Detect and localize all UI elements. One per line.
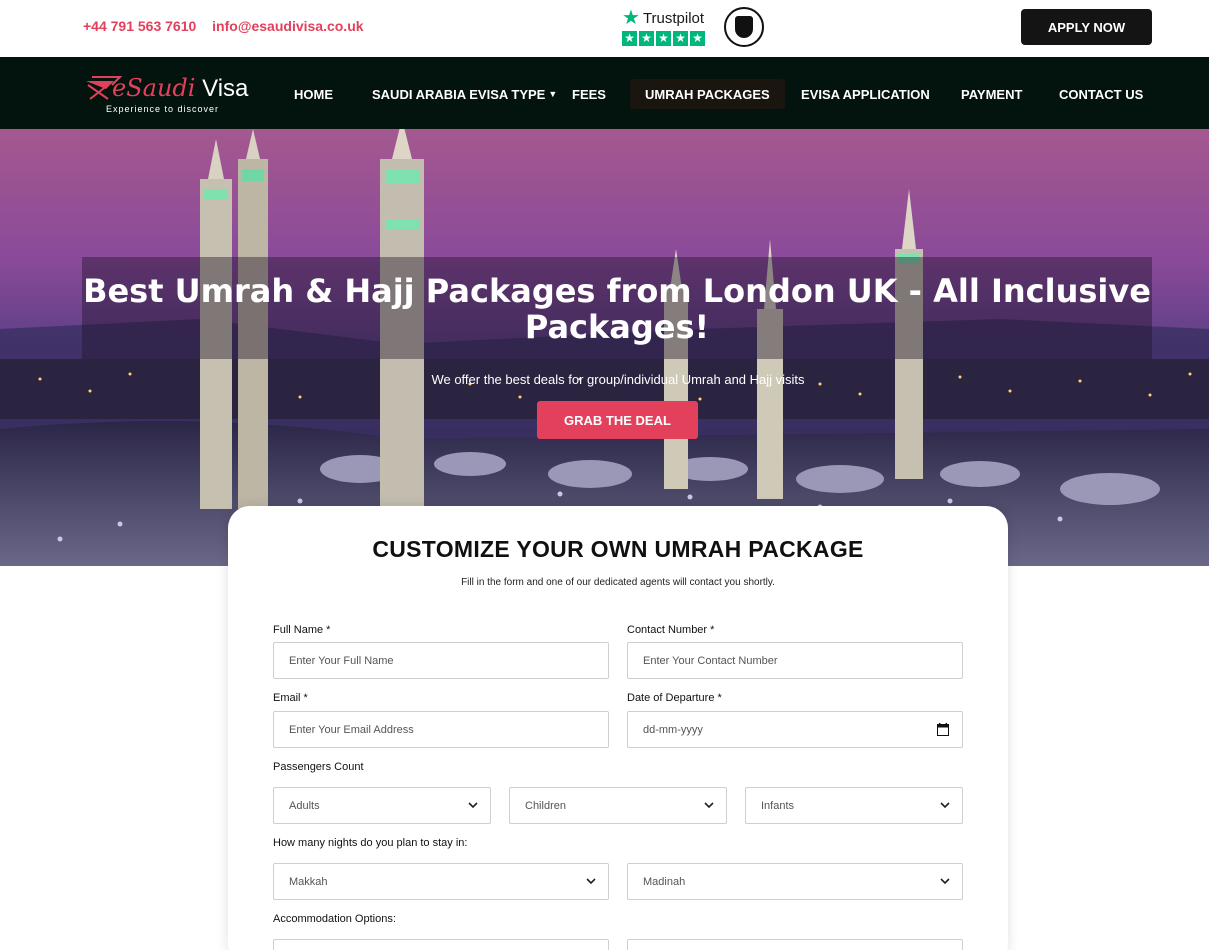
trustpilot-badge[interactable]: ★ Trustpilot ★ ★ ★ ★ ★ — [622, 8, 708, 48]
madinah-nights-select[interactable]: Madinah — [627, 863, 963, 900]
nav-contact-us[interactable]: CONTACT US — [1059, 79, 1143, 109]
departure-date-input[interactable]: dd-mm-yyyy — [627, 711, 963, 748]
madinah-select-value: Madinah — [643, 875, 686, 888]
protection-seal-icon — [724, 7, 764, 47]
nav-payment[interactable]: PAYMENT — [961, 79, 1022, 109]
hero-subtitle: We offer the best deals for group/indivi… — [431, 372, 805, 387]
nav-home[interactable]: HOME — [294, 79, 333, 109]
nav-umrah-packages[interactable]: UMRAH PACKAGES — [630, 79, 785, 109]
rating-star-icon: ★ — [622, 31, 637, 46]
grab-the-deal-button[interactable]: GRAB THE DEAL — [537, 401, 698, 439]
nav-evisa-application[interactable]: EVISA APPLICATION — [801, 79, 930, 109]
contact-number-input[interactable]: Enter Your Contact Number — [627, 642, 963, 679]
infants-select-value: Infants — [761, 799, 795, 812]
full-name-label: Full Name * — [273, 624, 331, 636]
nav-evisa-type[interactable]: SAUDI ARABIA EVISA TYPE ▼ — [372, 79, 557, 109]
full-name-input[interactable]: Enter Your Full Name — [273, 642, 609, 679]
contact-info: +44 791 563 7610 info@esaudivisa.co.uk — [83, 18, 376, 34]
rating-star-icon: ★ — [673, 31, 688, 46]
trustpilot-label: Trustpilot — [642, 9, 705, 27]
chevron-down-icon — [704, 802, 714, 809]
nights-label: How many nights do you plan to stay in: — [273, 837, 468, 849]
accommodation-select-1[interactable] — [273, 939, 609, 950]
hero-banner: Best Umrah & Hajj Packages from London U… — [0, 129, 1209, 566]
email-link[interactable]: info@esaudivisa.co.uk — [212, 18, 363, 34]
chevron-down-icon — [468, 802, 478, 809]
children-select[interactable]: Children — [509, 787, 727, 824]
email-label: Email * — [273, 692, 308, 704]
rating-star-icon: ★ — [690, 31, 705, 46]
accommodation-label: Accommodation Options: — [273, 913, 396, 925]
form-description: Fill in the form and one of our dedicate… — [461, 577, 775, 588]
infants-select[interactable]: Infants — [745, 787, 963, 824]
contact-number-label: Contact Number * — [627, 624, 715, 636]
departure-date-placeholder: dd-mm-yyyy — [643, 723, 703, 736]
logo-tagline: Experience to discover — [106, 104, 220, 114]
nav-evisa-type-label: SAUDI ARABIA EVISA TYPE — [372, 86, 546, 102]
rating-star-icon: ★ — [656, 31, 671, 46]
makkah-select-value: Makkah — [289, 875, 328, 888]
hero-title: Best Umrah & Hajj Packages from London U… — [83, 272, 1151, 346]
rating-star-icon: ★ — [639, 31, 654, 46]
adults-select[interactable]: Adults — [273, 787, 491, 824]
trustpilot-star-icon: ★ — [622, 7, 640, 29]
site-logo[interactable]: eSaudi Visa Experience to discover — [84, 69, 264, 117]
children-select-value: Children — [525, 799, 566, 812]
makkah-nights-select[interactable]: Makkah — [273, 863, 609, 900]
logo-text: eSaudi Visa — [112, 74, 249, 102]
phone-link[interactable]: +44 791 563 7610 — [83, 18, 196, 34]
calendar-icon[interactable] — [937, 723, 949, 736]
umrah-package-form: CUSTOMIZE YOUR OWN UMRAH PACKAGE Fill in… — [228, 506, 1008, 950]
trustpilot-rating: ★ ★ ★ ★ ★ — [622, 31, 708, 46]
accommodation-select-2[interactable] — [627, 939, 963, 950]
passengers-count-label: Passengers Count — [273, 761, 364, 773]
apply-now-button[interactable]: APPLY NOW — [1021, 9, 1152, 45]
adults-select-value: Adults — [289, 799, 320, 812]
departure-date-label: Date of Departure * — [627, 692, 722, 704]
email-input[interactable]: Enter Your Email Address — [273, 711, 609, 748]
top-bar: +44 791 563 7610 info@esaudivisa.co.uk ★… — [0, 0, 1209, 57]
chevron-down-icon — [940, 802, 950, 809]
caret-down-icon: ▼ — [548, 89, 558, 99]
chevron-down-icon — [940, 878, 950, 885]
chevron-down-icon — [586, 878, 596, 885]
main-navigation: eSaudi Visa Experience to discover HOME … — [0, 57, 1209, 129]
nav-fees[interactable]: FEES — [572, 79, 606, 109]
form-title: CUSTOMIZE YOUR OWN UMRAH PACKAGE — [372, 536, 864, 562]
